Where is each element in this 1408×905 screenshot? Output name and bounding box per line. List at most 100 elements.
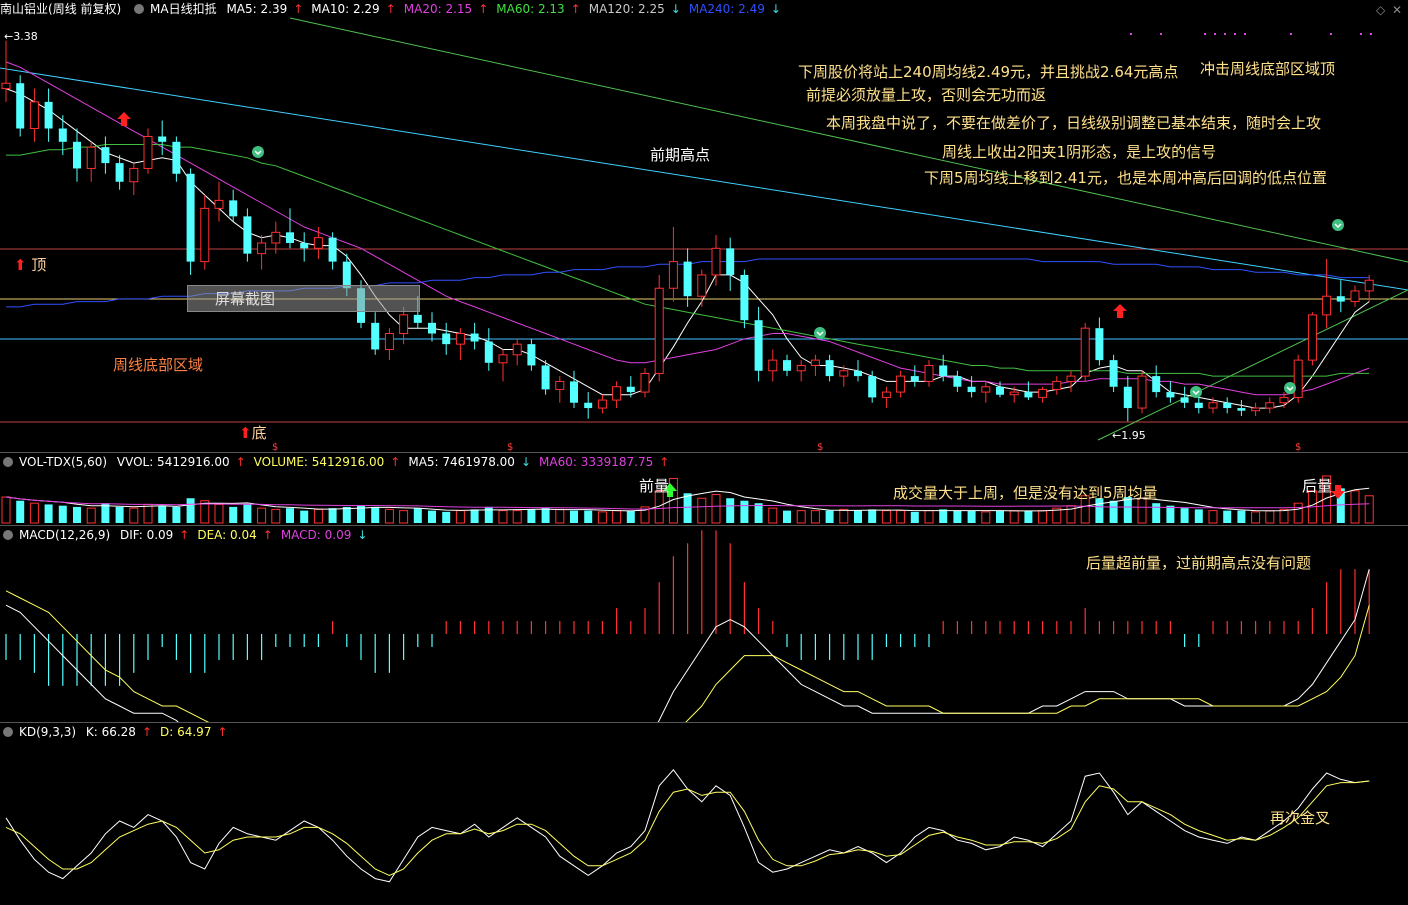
candle-body	[1109, 360, 1118, 387]
volume-bar	[996, 510, 1004, 523]
candle-body	[498, 354, 508, 364]
note-2: 前提必须放量上攻，否则会无功而返	[806, 86, 1047, 104]
screenshot-button[interactable]: 屏幕截图	[187, 285, 420, 312]
marker-dot	[1160, 33, 1162, 35]
candle-body	[626, 386, 635, 393]
volume-panel[interactable]: VOL-TDX(5,60) VVOL: 5412916.00 ↑ VOLUME: 5…	[0, 453, 1408, 525]
volume-bar	[186, 498, 195, 523]
volume-bar	[286, 508, 294, 523]
candle-body	[555, 380, 565, 390]
signal-check-icon	[1190, 386, 1202, 398]
candle-body	[541, 365, 550, 390]
kd-k-line	[5, 769, 1370, 883]
volume-bar	[44, 504, 53, 523]
candle-body	[668, 261, 678, 289]
volume-bar	[570, 510, 578, 523]
volume-bar	[796, 510, 806, 524]
volume-bar	[1279, 508, 1289, 524]
candle-body	[1024, 392, 1033, 398]
candle-body	[158, 136, 167, 142]
volume-bar	[754, 503, 763, 523]
candle-body	[143, 135, 153, 169]
volume-bar	[1180, 508, 1189, 523]
macd-panel[interactable]: MACD(12,26,9) DIF: 0.09 ↑ DEA: 0.04 ↑ MACD: …	[0, 526, 1408, 722]
candle-body	[44, 101, 53, 129]
volume-bar	[243, 504, 252, 523]
volume-bar	[1208, 510, 1218, 524]
candle-body	[839, 370, 849, 377]
candle-body	[783, 360, 791, 371]
vol-after-label: 后量	[1302, 477, 1333, 495]
candle-body	[740, 274, 749, 321]
candle-body	[796, 364, 806, 372]
signal-check-icon	[1284, 382, 1296, 394]
note-1b: 冲击周线底部区域顶	[1200, 60, 1336, 78]
volume-bar	[1293, 502, 1303, 524]
volume-bar	[115, 506, 124, 523]
volume-bar	[839, 508, 849, 524]
volume-bar	[455, 510, 465, 524]
candle-body	[1194, 402, 1203, 409]
candle-body	[129, 167, 139, 183]
candle-body	[455, 333, 465, 345]
volume-bar	[313, 508, 323, 524]
candle-body	[172, 141, 181, 174]
close-icon[interactable]: ✕	[1392, 3, 1402, 17]
restore-icon[interactable]: ◇	[1376, 3, 1385, 17]
candle-body	[1223, 402, 1232, 409]
volume-bar	[1265, 510, 1275, 524]
volume-bar	[512, 510, 522, 524]
kd-chart[interactable]	[0, 723, 1408, 905]
marker-dot	[1224, 33, 1226, 35]
candle-body	[711, 247, 721, 276]
dividend-icon: $	[507, 442, 513, 452]
marker-dot	[1244, 33, 1246, 35]
volume-bar	[881, 510, 891, 524]
volume-bar	[626, 510, 635, 523]
volume-bar	[158, 505, 167, 523]
volume-bar	[1009, 510, 1019, 524]
volume-bar	[342, 506, 351, 523]
kd-panel[interactable]: KD(9,3,3) K: 66.28 ↑ D: 64.97 ↑ 再次金叉	[0, 723, 1408, 905]
kd-d-line	[5, 780, 1370, 876]
candlestick-chart[interactable]: $ $ $ $	[0, 0, 1408, 452]
candle-body	[1137, 375, 1147, 409]
volume-bar	[584, 510, 593, 523]
candle-body	[1293, 359, 1303, 398]
candle-body	[200, 207, 210, 263]
candle-body	[896, 375, 906, 393]
volume-bar	[541, 508, 550, 523]
volume-bar	[924, 510, 934, 524]
candle-body	[1009, 391, 1019, 396]
top-label: ⬆ 顶	[14, 256, 47, 274]
candle-body	[726, 248, 735, 275]
buy-arrow-icon	[1113, 304, 1127, 318]
candle-body	[58, 128, 67, 142]
marker-dot	[1370, 33, 1372, 35]
volume-chart[interactable]	[0, 453, 1408, 525]
candle-body	[186, 173, 195, 262]
candle-body	[1066, 375, 1076, 382]
candle-body	[1364, 279, 1374, 292]
bottom-label: ⬆底	[239, 424, 267, 442]
volume-bar	[597, 511, 607, 524]
candle-body	[768, 359, 778, 372]
candle-body	[1080, 327, 1090, 377]
marker-dot	[1130, 33, 1132, 35]
candle-body	[697, 274, 707, 297]
price-panel[interactable]: 南山铝业(周线 前复权) MA日线扣抵 MA5: 2.39 ↑ MA10: 2.29…	[0, 0, 1408, 452]
candle-body	[953, 376, 962, 387]
volume-bar	[257, 507, 267, 524]
candle-body	[996, 386, 1004, 395]
volume-bar	[1364, 495, 1374, 524]
candle-body	[527, 344, 536, 366]
note-5: 下周5周均线上移到2.41元，也是本周冲高后回调的低点位置	[924, 169, 1327, 187]
signal-check-icon	[1332, 219, 1344, 231]
volume-bar	[470, 509, 479, 523]
candle-body	[1123, 386, 1132, 409]
candle-body	[300, 242, 309, 249]
volume-bar	[328, 508, 337, 523]
candle-body	[484, 341, 493, 363]
volume-bar	[413, 508, 422, 523]
volume-bar	[697, 497, 707, 524]
